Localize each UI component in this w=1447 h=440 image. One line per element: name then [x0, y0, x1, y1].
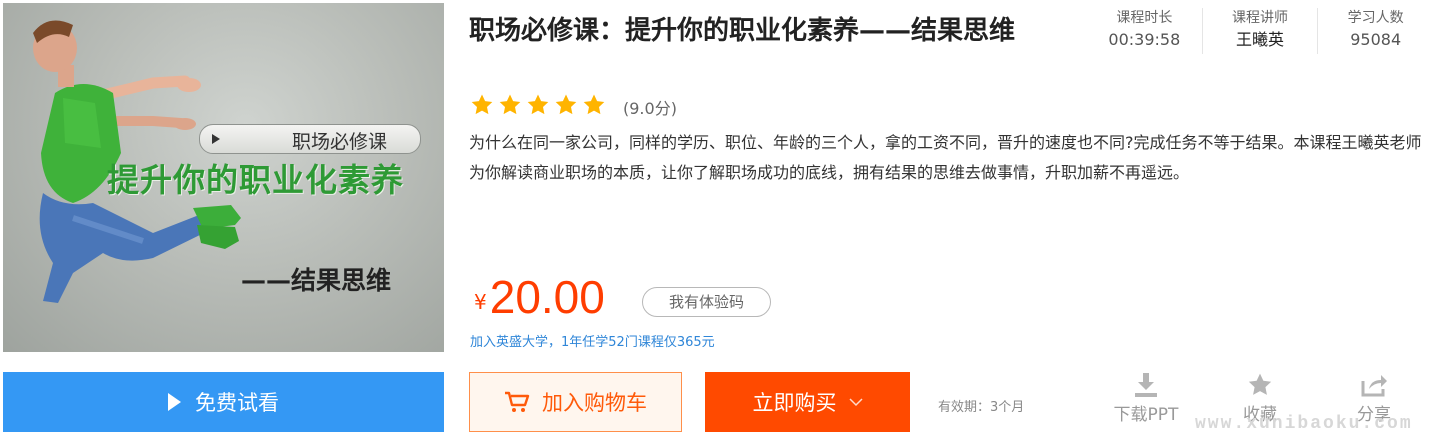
stat-label: 学习人数 [1347, 10, 1404, 26]
share-icon [1361, 375, 1387, 397]
free-trial-button[interactable]: 免费试看 [3, 372, 444, 432]
star-icon [583, 94, 605, 115]
rating-stars [469, 93, 609, 117]
star-icon [471, 94, 493, 115]
free-trial-label: 免费试看 [195, 391, 279, 415]
add-to-cart-button[interactable]: 加入购物车 [469, 372, 682, 432]
stat-label: 课程时长 [1116, 10, 1173, 26]
play-triangle-icon [212, 134, 220, 144]
cover-title: 提升你的职业化素养 [107, 161, 405, 199]
membership-promo-link[interactable]: 加入英盛大学，1年任学52门课程仅365元 [470, 331, 715, 350]
download-ppt-button[interactable]: 下载PPT [1111, 372, 1181, 425]
price: ¥20.00 [474, 270, 605, 324]
chevron-down-icon [848, 398, 863, 407]
cart-icon [505, 391, 530, 412]
star-icon [499, 94, 521, 115]
stat-label: 课程讲师 [1232, 10, 1288, 26]
star-icon [555, 94, 577, 115]
stat-value: 王曦英 [1236, 30, 1285, 49]
price-amount: 20.00 [489, 271, 605, 323]
play-icon [168, 393, 181, 411]
stat-instructor: 课程讲师 王曦英 [1201, 8, 1318, 54]
buy-now-label: 立即购买 [752, 391, 837, 415]
rating-score: (9.0分) [623, 99, 677, 118]
course-cover-image: 职场必修课 提升你的职业化素养 ——结果思维 [3, 3, 444, 352]
download-icon [1135, 373, 1157, 397]
star-icon [1248, 373, 1272, 395]
validity-period: 有效期：3个月 [938, 400, 1025, 415]
cover-badge: 职场必修课 [199, 124, 421, 154]
course-description: 为什么在同一家公司，同样的学历、职位、年龄的三个人，拿的工资不同，晋升的速度也不… [469, 133, 1422, 182]
cover-badge-text: 职场必修课 [292, 131, 388, 153]
download-ppt-label: 下载PPT [1113, 405, 1179, 425]
stat-duration: 课程时长 00:39:58 [1087, 8, 1202, 54]
price-currency: ¥ [474, 290, 487, 314]
star-icon [527, 94, 549, 115]
cover-subtitle: ——结果思维 [241, 266, 392, 295]
add-to-cart-label: 加入购物车 [542, 391, 647, 415]
watermark: www.xunibaoku.com [1195, 414, 1413, 434]
stat-value: 00:39:58 [1108, 30, 1181, 49]
course-title: 职场必修课：提升你的职业化素养——结果思维 [469, 16, 1016, 46]
stat-learners: 学习人数 95084 [1317, 8, 1433, 54]
course-stats: 课程时长 00:39:58 课程讲师 王曦英 学习人数 95084 [1087, 8, 1433, 54]
stat-value: 95084 [1350, 30, 1402, 49]
redeem-code-button[interactable]: 我有体验码 [642, 287, 771, 317]
buy-now-button[interactable]: 立即购买 [705, 372, 910, 432]
